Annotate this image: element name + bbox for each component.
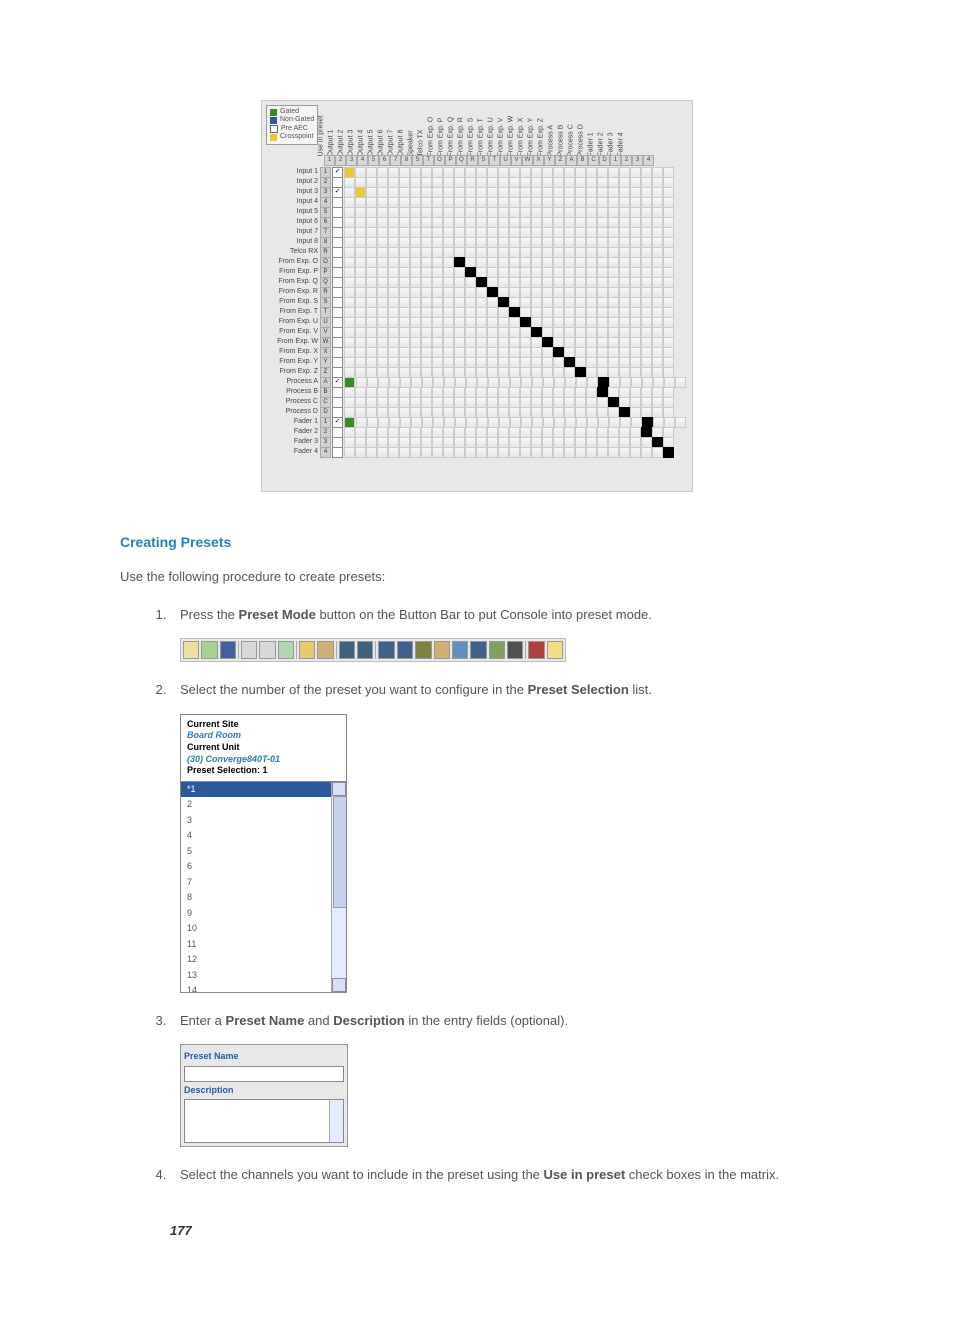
toolbar-icon [415,641,431,659]
matrix-legend: Gated Non-Gated Pre AEC Crosspoint [266,105,318,145]
toolbar-icon [397,641,413,659]
toolbar-icon [317,641,333,659]
preset-list-item: 5 [181,844,346,860]
toolbar-icon [434,641,450,659]
preset-list-item: 9 [181,906,346,922]
toolbar-icon [452,641,468,659]
toolbar-icon [378,641,394,659]
preset-list-item: *1 [181,782,346,798]
preset-selection-figure: Current Site Board Room Current Unit (30… [180,714,347,993]
step-2: Select the number of the preset you want… [170,680,834,993]
preset-list-item: 11 [181,937,346,953]
intro-text: Use the following procedure to create pr… [120,567,834,587]
preset-list-item: 7 [181,875,346,891]
toolbar-icon [507,641,523,659]
page-number: 177 [170,1221,834,1241]
toolbar-icon [339,641,355,659]
preset-list-item: 10 [181,921,346,937]
scroll-up-icon [332,782,346,796]
toolbar-icon [259,641,275,659]
toolbar-icon [220,641,236,659]
preset-name-field [184,1066,344,1082]
matrix-box: Gated Non-Gated Pre AEC Crosspoint Use i… [261,100,693,492]
preset-list-item: 2 [181,797,346,813]
preset-list-item: 14 [181,983,346,992]
toolbar-icon [299,641,315,659]
name-description-figure: Preset Name Description [180,1044,348,1147]
toolbar-icon [241,641,257,659]
preset-list-item: 13 [181,968,346,984]
preset-list-item: 12 [181,952,346,968]
toolbar-icon [183,641,199,659]
section-heading: Creating Presets [120,532,834,553]
toolbar-icon [489,641,505,659]
toolbar-icon [470,641,486,659]
scroll-thumb [333,796,346,908]
step-4: Select the channels you want to include … [170,1165,834,1185]
preset-list-item: 8 [181,890,346,906]
scrollbar [329,1100,343,1142]
toolbar-icon [278,641,294,659]
matrix-figure: Gated Non-Gated Pre AEC Crosspoint Use i… [120,100,834,492]
toolbar-icon [357,641,373,659]
preset-list-item: 6 [181,859,346,875]
help-icon [547,641,563,659]
preset-list-item: 4 [181,828,346,844]
step-1: Press the Preset Mode button on the Butt… [170,605,834,663]
button-bar-figure [180,638,566,662]
toolbar-icon [528,641,544,659]
description-field [184,1099,344,1143]
step-3: Enter a Preset Name and Description in t… [170,1011,834,1148]
scroll-down-icon [332,978,346,992]
preset-list-item: 3 [181,813,346,829]
scrollbar [331,782,346,992]
toolbar-icon [201,641,217,659]
